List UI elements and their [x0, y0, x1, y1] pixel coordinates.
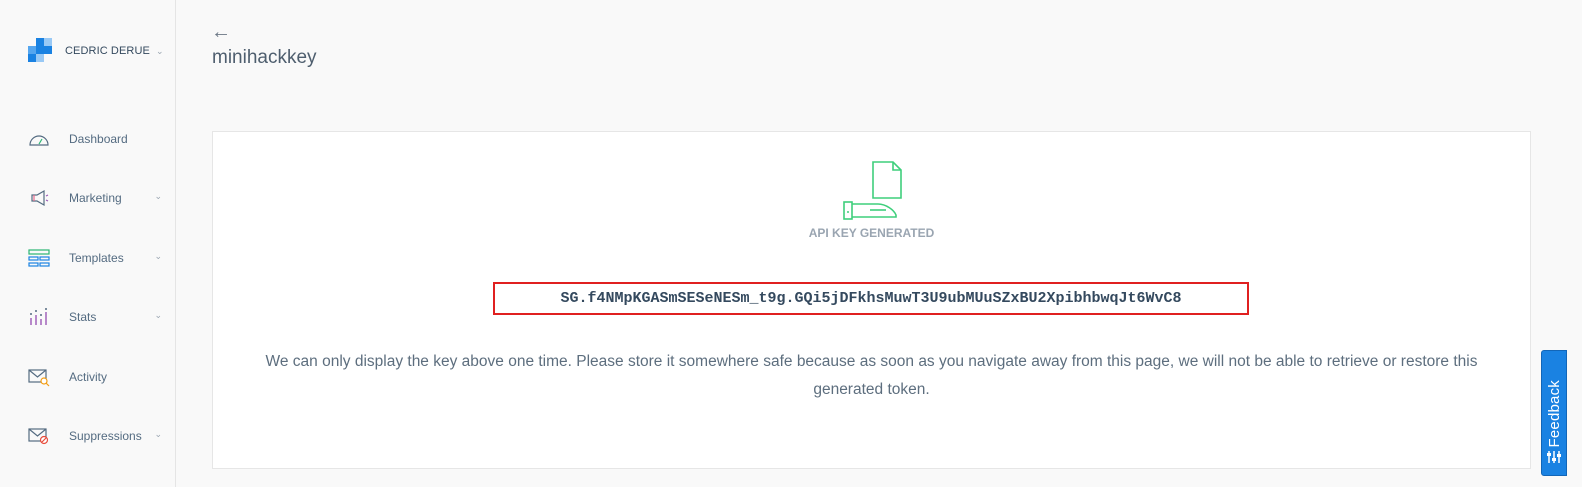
api-key-generated-icon	[842, 160, 902, 227]
feedback-label: Feedback	[1546, 379, 1563, 447]
sidebar: CEDRIC DERUE ⌄ Dashboard Marketing ⌄ Tem…	[0, 0, 176, 487]
megaphone-icon	[28, 187, 50, 209]
dashboard-gauge-icon	[28, 128, 50, 150]
chevron-down-icon: ⌄	[155, 45, 164, 56]
sidebar-item-label: Templates	[69, 251, 124, 265]
sidebar-item-dashboard[interactable]: Dashboard	[28, 127, 168, 151]
api-key-notice: We can only display the key above one ti…	[265, 353, 1478, 398]
suppressions-envelope-icon	[28, 425, 50, 447]
company-logo-icon	[28, 38, 52, 64]
sidebar-item-suppressions[interactable]: Suppressions ⌄	[28, 424, 168, 448]
stats-bar-icon	[28, 306, 50, 328]
sidebar-item-stats[interactable]: Stats ⌄	[28, 305, 168, 329]
api-key-generated-label: API KEY GENERATED	[808, 226, 935, 240]
page-title: minihackkey	[212, 47, 317, 68]
templates-icon	[28, 247, 50, 269]
sidebar-item-label: Dashboard	[69, 132, 128, 146]
sliders-icon	[1546, 450, 1562, 469]
account-switcher[interactable]: CEDRIC DERUE ⌄	[28, 38, 163, 64]
sidebar-item-label: Marketing	[69, 191, 122, 205]
chevron-down-icon: ⌄	[154, 429, 162, 439]
chevron-down-icon: ⌄	[154, 251, 162, 261]
sidebar-item-label: Activity	[69, 370, 108, 384]
sidebar-item-marketing[interactable]: Marketing ⌄	[28, 186, 168, 210]
api-key-box[interactable]: SG.f4NMpKGASmSESeNESm_t9g.GQi5jDFkhsMuwT…	[493, 282, 1249, 315]
feedback-tab[interactable]: Feedback	[1541, 350, 1567, 476]
api-key-card: API KEY GENERATED SG.f4NMpKGASmSESeNESm_…	[212, 131, 1531, 469]
chevron-down-icon: ⌄	[154, 310, 162, 320]
sidebar-item-label: Stats	[69, 310, 97, 324]
activity-envelope-icon	[28, 366, 50, 388]
sidebar-item-label: Suppressions	[69, 429, 142, 443]
sidebar-item-activity[interactable]: Activity	[28, 365, 168, 389]
back-arrow-icon[interactable]: ←	[211, 22, 231, 42]
sidebar-item-templates[interactable]: Templates ⌄	[28, 246, 168, 270]
account-name: CEDRIC DERUE	[65, 45, 150, 57]
chevron-down-icon: ⌄	[154, 191, 162, 201]
api-key-value[interactable]: SG.f4NMpKGASmSESeNESm_t9g.GQi5jDFkhsMuwT…	[560, 290, 1181, 307]
